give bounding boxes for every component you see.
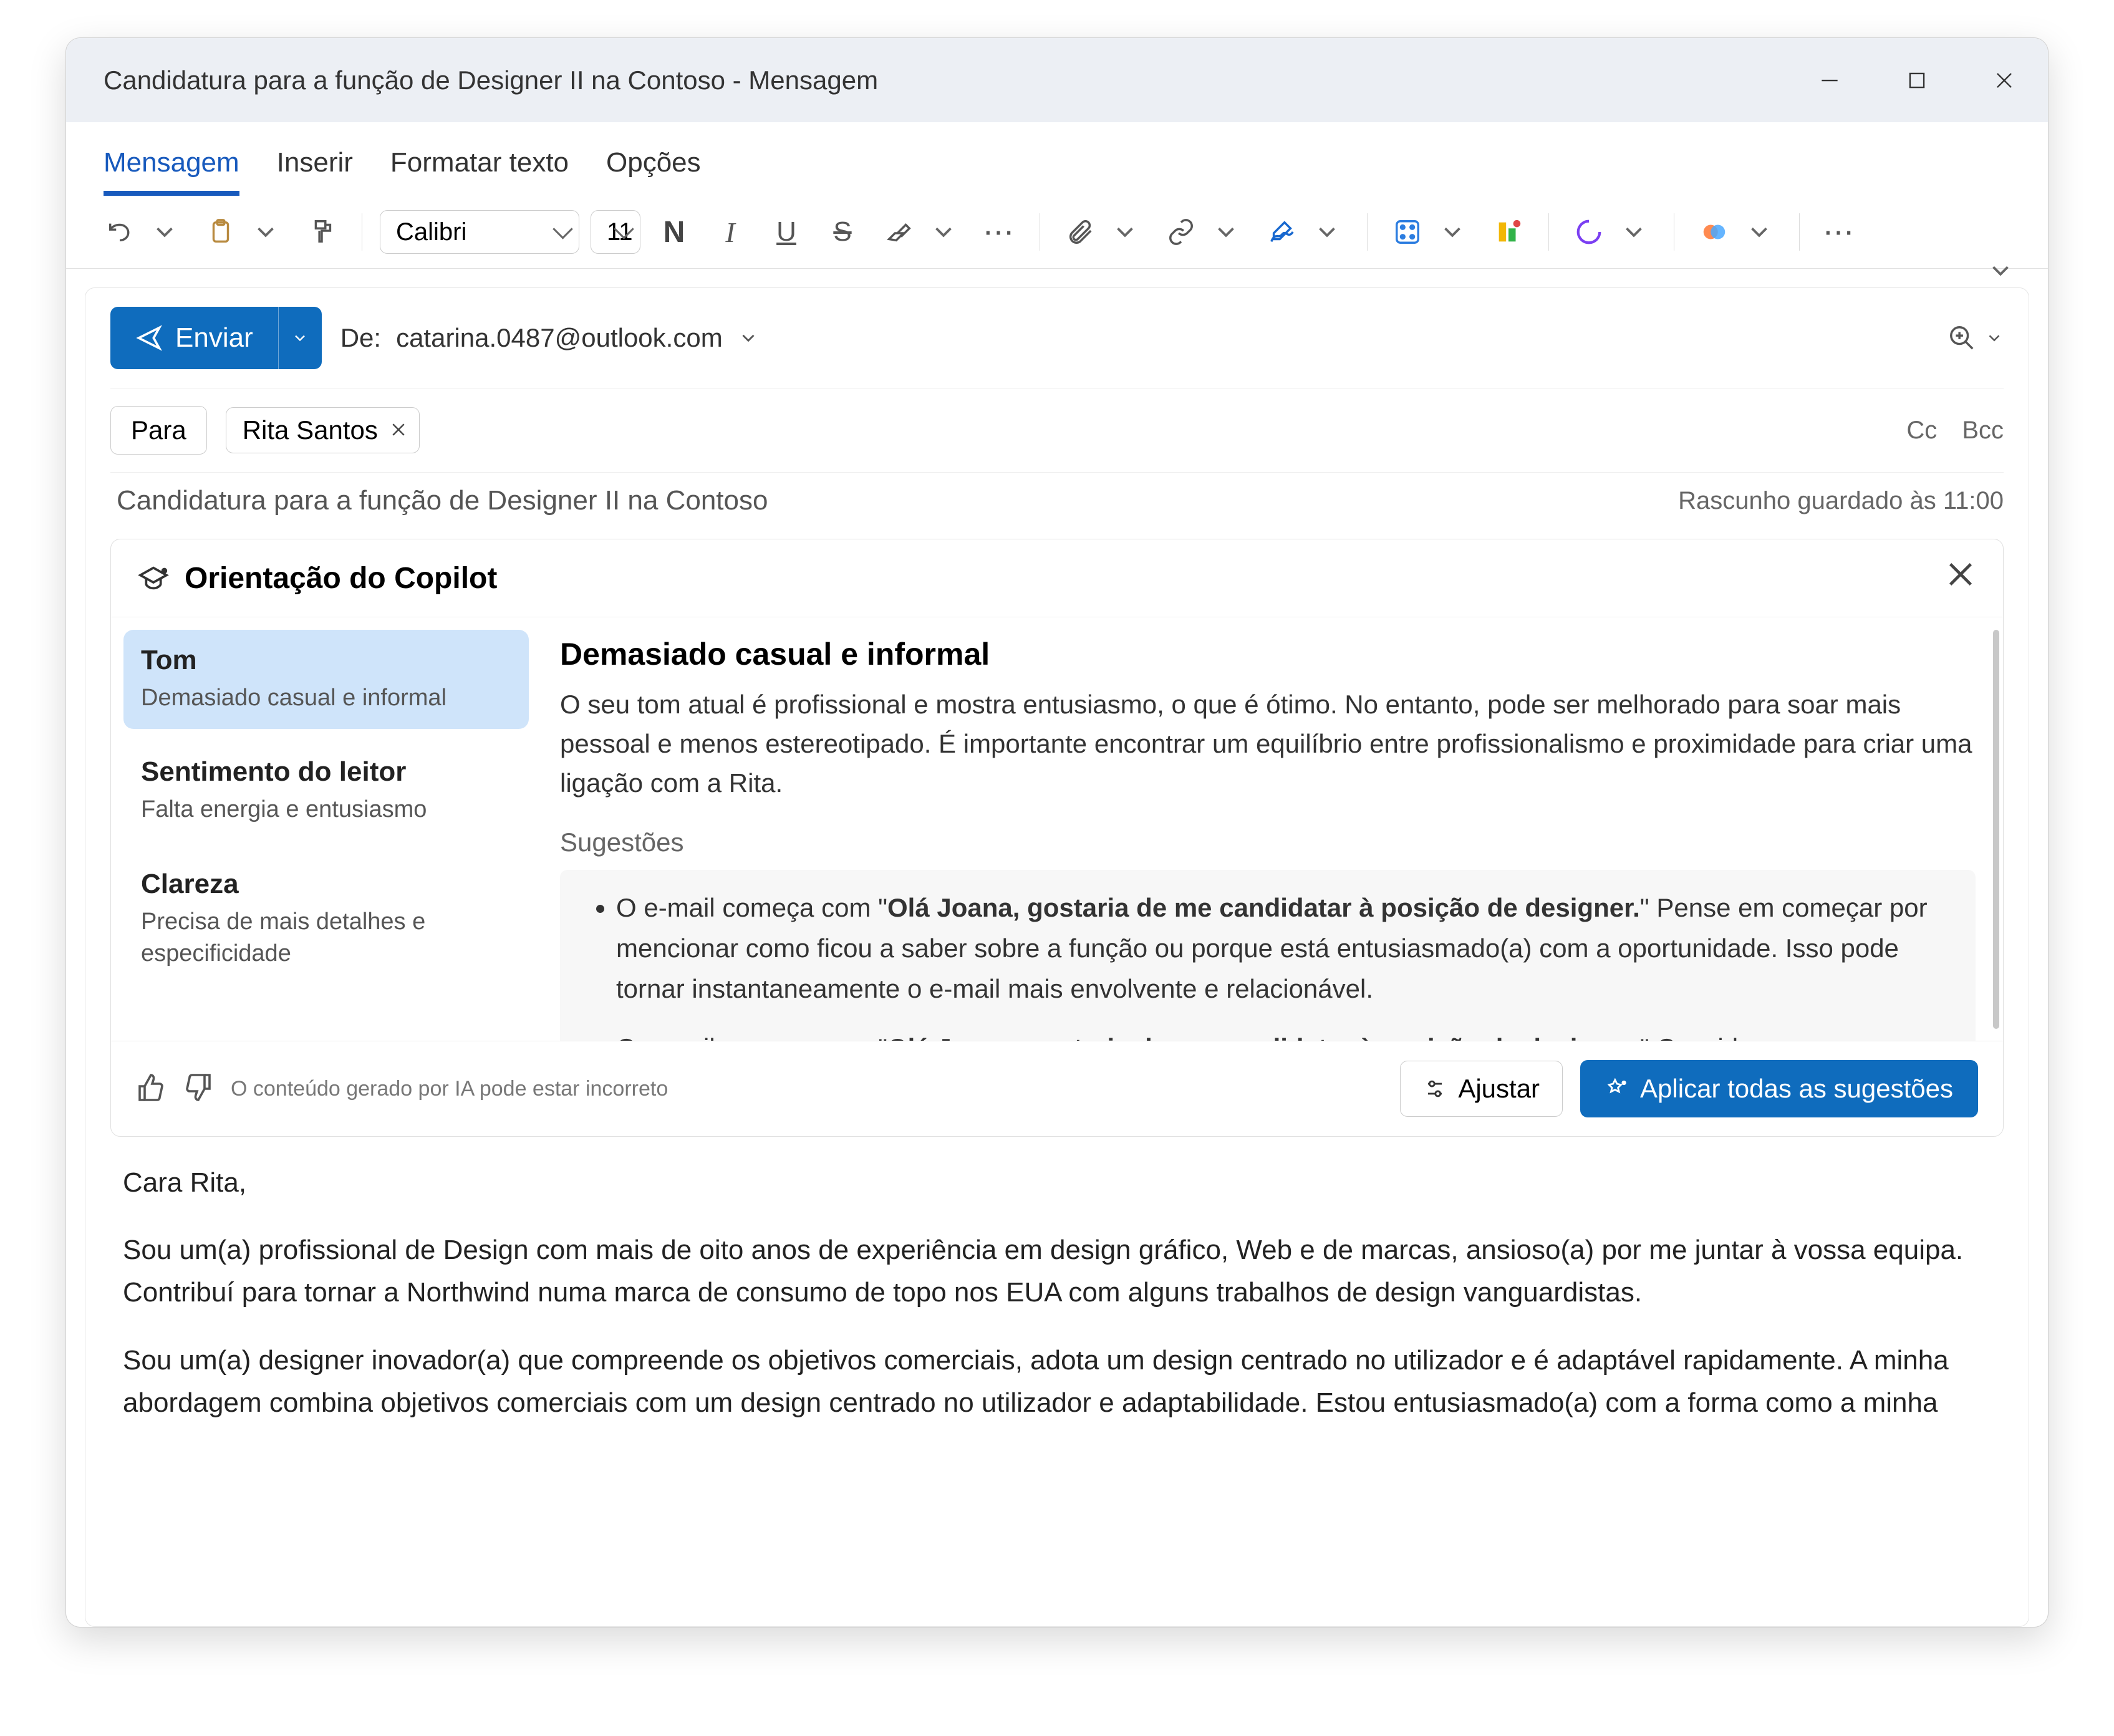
zoom-button[interactable] [1947, 324, 2004, 352]
polls-button[interactable] [1486, 207, 1531, 257]
from-email: catarina.0487@outlook.com [396, 323, 723, 353]
cc-button[interactable]: Cc [1906, 417, 1937, 445]
category-subtitle: Falta energia e entusiasmo [141, 794, 511, 826]
suggestion-item: O e-mail começa com "Olá Joana, gostaria… [616, 887, 1951, 1009]
signature-dropdown[interactable] [1305, 207, 1349, 257]
apps-button[interactable] [1385, 207, 1430, 257]
draft-saved-label: Rascunho guardado às 11:00 [1678, 487, 2004, 515]
underline-button[interactable]: U [764, 207, 809, 257]
font-size-value: 11 [607, 218, 633, 246]
strikethrough-button[interactable]: S [820, 207, 865, 257]
copilot-category-sentimento[interactable]: Sentimento do leitor Falta energia e ent… [123, 741, 529, 841]
ribbon-toolbar: Calibri 11 N I U S ⋯ [66, 196, 2048, 269]
recipient-chip[interactable]: Rita Santos [226, 407, 420, 453]
send-button[interactable]: Enviar [110, 307, 278, 369]
subject-row: Candidatura para a função de Designer II… [110, 472, 2004, 539]
copilot-close-button[interactable] [1943, 557, 1978, 599]
suggestions-label: Sugestões [560, 827, 1976, 857]
signature-button[interactable] [1260, 207, 1305, 257]
attach-button[interactable] [1058, 207, 1103, 257]
body-paragraph: Cara Rita, [123, 1162, 1991, 1204]
to-row: Para Rita Santos Cc Bcc [110, 388, 2004, 472]
tab-message[interactable]: Mensagem [104, 141, 239, 196]
subject-input[interactable]: Candidatura para a função de Designer II… [117, 485, 768, 516]
minimize-button[interactable] [1786, 38, 1873, 122]
email-body[interactable]: Cara Rita, Sou um(a) profissional de Des… [110, 1137, 2004, 1626]
from-field[interactable]: De: catarina.0487@outlook.com [340, 323, 759, 353]
body-paragraph: Sou um(a) designer inovador(a) que compr… [123, 1339, 1991, 1424]
adjust-label: Ajustar [1458, 1074, 1540, 1104]
detail-body: O seu tom atual é profissional e mostra … [560, 685, 1976, 803]
ribbon-expand-button[interactable] [1978, 246, 2023, 296]
font-name-select[interactable]: Calibri [380, 210, 579, 254]
copilot-detail: Demasiado casual e informal O seu tom at… [541, 617, 2003, 1041]
titlebar: Candidatura para a função de Designer II… [66, 38, 2048, 122]
send-row: Enviar De: catarina.0487@outlook.com [110, 307, 2004, 388]
thumbs-down-button[interactable] [183, 1073, 213, 1106]
undo-button[interactable] [97, 207, 142, 257]
bcc-button[interactable]: Bcc [1962, 417, 2004, 445]
copilot-category-tom[interactable]: Tom Demasiado casual e informal [123, 630, 529, 729]
loop-button[interactable] [1566, 207, 1611, 257]
category-title: Clareza [141, 869, 511, 900]
bold-button[interactable]: N [652, 207, 697, 257]
undo-dropdown[interactable] [142, 207, 187, 257]
link-button[interactable] [1159, 207, 1204, 257]
close-window-button[interactable] [1961, 38, 2048, 122]
suggestions-box: O e-mail começa com "Olá Joana, gostaria… [560, 870, 1976, 1041]
paste-button[interactable] [198, 207, 243, 257]
loop-dropdown[interactable] [1611, 207, 1656, 257]
compose-area: Enviar De: catarina.0487@outlook.com Par… [85, 287, 2029, 1627]
copilot-sidebar: Tom Demasiado casual e informal Sentimen… [111, 617, 541, 1041]
copilot-title: Orientação do Copilot [185, 561, 497, 596]
font-more-button[interactable]: ⋯ [977, 207, 1022, 257]
copilot-button[interactable] [1692, 207, 1737, 257]
apply-all-label: Aplicar todas as sugestões [1640, 1074, 1953, 1104]
suggestion-item: O e-mail começa com "Olá Joana, gostaria… [616, 1028, 1951, 1041]
paste-dropdown[interactable] [243, 207, 288, 257]
category-title: Tom [141, 645, 511, 676]
category-subtitle: Precisa de mais detalhes e especificidad… [141, 906, 511, 970]
ai-disclaimer: O conteúdo gerado por IA pode estar inco… [231, 1077, 668, 1101]
to-button[interactable]: Para [110, 406, 207, 455]
remove-recipient-icon[interactable] [389, 415, 408, 445]
message-window: Candidatura para a função de Designer II… [65, 37, 2049, 1628]
highlight-dropdown[interactable] [921, 207, 966, 257]
tab-format-text[interactable]: Formatar texto [390, 141, 569, 196]
maximize-button[interactable] [1873, 38, 1961, 122]
tab-insert[interactable]: Inserir [277, 141, 353, 196]
format-painter-button[interactable] [299, 207, 344, 257]
copilot-footer: O conteúdo gerado por IA pode estar inco… [111, 1041, 2003, 1136]
ribbon-tabs: Mensagem Inserir Formatar texto Opções [66, 122, 2048, 196]
copilot-dropdown[interactable] [1737, 207, 1782, 257]
from-prefix: De: [340, 323, 381, 353]
font-name-value: Calibri [396, 218, 466, 246]
font-size-select[interactable]: 11 [591, 210, 640, 254]
highlight-button[interactable] [876, 207, 921, 257]
copilot-category-clareza[interactable]: Clareza Precisa de mais detalhes e espec… [123, 854, 529, 985]
send-button-group: Enviar [110, 307, 322, 369]
category-title: Sentimento do leitor [141, 756, 511, 788]
apps-dropdown[interactable] [1430, 207, 1475, 257]
window-title: Candidatura para a função de Designer II… [104, 65, 878, 95]
attach-dropdown[interactable] [1103, 207, 1147, 257]
thumbs-up-button[interactable] [136, 1073, 166, 1106]
send-dropdown[interactable] [278, 307, 322, 369]
copilot-header: Orientação do Copilot [111, 539, 2003, 617]
apply-all-button[interactable]: Aplicar todas as sugestões [1580, 1060, 1978, 1117]
category-subtitle: Demasiado casual e informal [141, 682, 511, 714]
tab-options[interactable]: Opções [606, 141, 701, 196]
adjust-button[interactable]: Ajustar [1400, 1061, 1563, 1117]
link-dropdown[interactable] [1204, 207, 1248, 257]
ribbon-more-button[interactable]: ⋯ [1817, 207, 1862, 257]
copilot-scrollbar[interactable] [1993, 630, 1999, 1029]
detail-title: Demasiado casual e informal [560, 636, 1976, 672]
copilot-panel: Orientação do Copilot Tom Demasiado casu… [110, 539, 2004, 1137]
copilot-hat-icon [136, 561, 171, 596]
italic-button[interactable]: I [708, 207, 753, 257]
recipient-name: Rita Santos [243, 415, 378, 445]
body-paragraph: Sou um(a) profissional de Design com mai… [123, 1229, 1991, 1314]
send-label: Enviar [175, 322, 253, 354]
